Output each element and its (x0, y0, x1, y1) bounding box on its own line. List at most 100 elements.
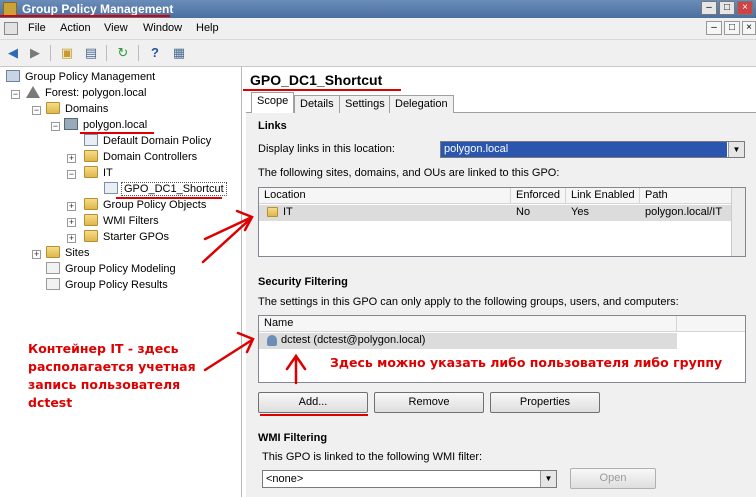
back-arrow-icon[interactable]: ◀ (4, 44, 22, 62)
annotation-right: Здесь можно указать либо пользователя ли… (330, 355, 723, 370)
properties-button[interactable]: Properties (490, 392, 600, 413)
collapse-icon[interactable]: − (11, 90, 20, 99)
gpm-app-icon (3, 2, 17, 16)
tree-node-gp-objects[interactable]: Group Policy Objects (84, 198, 208, 213)
menu-bar: File Action View Window Help – □ × (0, 18, 756, 40)
user-icon (267, 335, 277, 346)
wmi-heading: WMI Filtering (258, 432, 328, 444)
security-list: Name dctest (dctest@polygon.local) (258, 315, 746, 383)
tree-node-gpo-link[interactable]: GPO_DC1_Shortcut (104, 182, 227, 197)
toolbar-separator (106, 45, 107, 61)
wmi-description: This GPO is linked to the following WMI … (262, 451, 483, 463)
collapse-icon[interactable]: − (51, 122, 60, 131)
help-icon[interactable]: ? (146, 44, 164, 62)
tab-details[interactable]: Details (294, 95, 340, 113)
column-enforced[interactable]: Enforced (511, 188, 566, 204)
wmi-filter-value: <none> (266, 473, 304, 485)
folder-icon (267, 207, 278, 217)
mdi-restore-button[interactable]: □ (724, 21, 740, 35)
expand-icon[interactable]: + (67, 218, 76, 227)
tree-node-results[interactable]: Group Policy Results (46, 278, 170, 293)
minimize-button[interactable]: – (701, 1, 717, 15)
wmi-filter-select[interactable]: <none> ▼ (262, 470, 557, 488)
annotation-underline (0, 15, 170, 17)
remove-button[interactable]: Remove (374, 392, 484, 413)
mdi-close-button[interactable]: × (742, 21, 756, 35)
tree-node-wmi-filters[interactable]: WMI Filters (84, 214, 161, 229)
results-icon (46, 278, 60, 290)
collapse-icon[interactable]: − (32, 106, 41, 115)
folder-icon (84, 198, 98, 210)
location-select-value: polygon.local (441, 142, 727, 157)
annotation-underline (260, 414, 368, 416)
up-folder-icon[interactable]: ▣ (58, 44, 76, 62)
column-link-enabled[interactable]: Link Enabled (566, 188, 640, 204)
tab-settings[interactable]: Settings (339, 95, 391, 113)
annotation-line: dctest (28, 395, 73, 410)
open-button[interactable]: Open (570, 468, 656, 489)
ou-icon (267, 206, 278, 218)
location-select[interactable]: polygon.local ▼ (440, 141, 745, 158)
tree-node-modeling[interactable]: Group Policy Modeling (46, 262, 178, 277)
tree-node-domain-controllers[interactable]: Domain Controllers (84, 150, 199, 165)
expand-icon[interactable]: + (32, 250, 41, 259)
expand-icon[interactable]: + (67, 234, 76, 243)
toolbar: ◀ ▶ ▣ ▤ ↻ ? ▦ (0, 40, 756, 67)
add-button[interactable]: Add... (258, 392, 368, 413)
cell-name: dctest (dctest@polygon.local) (281, 334, 426, 346)
system-menu-icon[interactable] (4, 22, 18, 35)
menu-window[interactable]: Window (143, 22, 182, 34)
mdi-minimize-button[interactable]: – (706, 21, 722, 35)
toolbar-separator (50, 45, 51, 61)
window-title: Group Policy Management (22, 2, 174, 16)
collapse-icon[interactable]: − (67, 170, 76, 179)
tab-delegation[interactable]: Delegation (389, 95, 454, 113)
gpo-link-icon (104, 182, 118, 194)
properties-pane-icon[interactable]: ▦ (170, 44, 188, 62)
maximize-button[interactable]: □ (719, 1, 735, 15)
tab-scope[interactable]: Scope (251, 92, 295, 113)
menu-help[interactable]: Help (196, 22, 219, 34)
links-scrollbar[interactable] (731, 188, 745, 256)
annotation-line: Контейнер IT - здесь (28, 341, 179, 356)
cell-link-enabled: Yes (571, 206, 589, 218)
table-row[interactable]: IT No Yes polygon.local/IT (259, 205, 731, 221)
links-list-header: Location Enforced Link Enabled Path (259, 188, 745, 204)
tree-node-default-domain-policy[interactable]: Default Domain Policy (84, 134, 213, 149)
menu-action[interactable]: Action (60, 22, 91, 34)
annotation-line: располагается учетная (28, 359, 196, 374)
location-label: Display links in this location: (258, 143, 395, 155)
annotation-line: запись пользователя (28, 377, 181, 392)
table-row[interactable]: dctest (dctest@polygon.local) (259, 333, 677, 349)
close-button[interactable]: × (737, 1, 753, 15)
toolbar-separator (138, 45, 139, 61)
chevron-down-icon[interactable]: ▼ (540, 471, 556, 487)
column-name[interactable]: Name (259, 316, 677, 332)
forward-arrow-icon[interactable]: ▶ (26, 44, 44, 62)
links-description: The following sites, domains, and OUs ar… (258, 167, 560, 179)
gpo-link-icon (84, 134, 98, 146)
menu-view[interactable]: View (104, 22, 128, 34)
tree-node-gpm-root[interactable]: Group Policy Management (6, 70, 157, 85)
refresh-icon[interactable]: ↻ (114, 44, 132, 62)
gpm-icon (6, 70, 20, 82)
tree-node-ou-it[interactable]: IT (84, 166, 115, 181)
folder-icon (46, 246, 60, 258)
column-path[interactable]: Path (640, 188, 732, 204)
menu-file[interactable]: File (28, 22, 46, 34)
show-hide-tree-icon[interactable]: ▤ (82, 44, 100, 62)
expand-icon[interactable]: + (67, 154, 76, 163)
cell-location: IT (283, 206, 293, 218)
expand-icon[interactable]: + (67, 202, 76, 211)
chevron-down-icon[interactable]: ▼ (728, 142, 744, 157)
folder-icon (46, 102, 60, 114)
column-location[interactable]: Location (259, 188, 511, 204)
tree-node-domain[interactable]: polygon.local (64, 118, 149, 133)
tree-node-sites[interactable]: Sites (46, 246, 91, 261)
security-list-header: Name (259, 316, 745, 332)
tree-node-domains[interactable]: Domains (46, 102, 110, 117)
tree-node-forest[interactable]: Forest: polygon.local (26, 86, 149, 101)
gpo-title: GPO_DC1_Shortcut (250, 72, 383, 88)
forest-icon (26, 86, 40, 98)
tree-node-starter-gpos[interactable]: Starter GPOs (84, 230, 171, 245)
